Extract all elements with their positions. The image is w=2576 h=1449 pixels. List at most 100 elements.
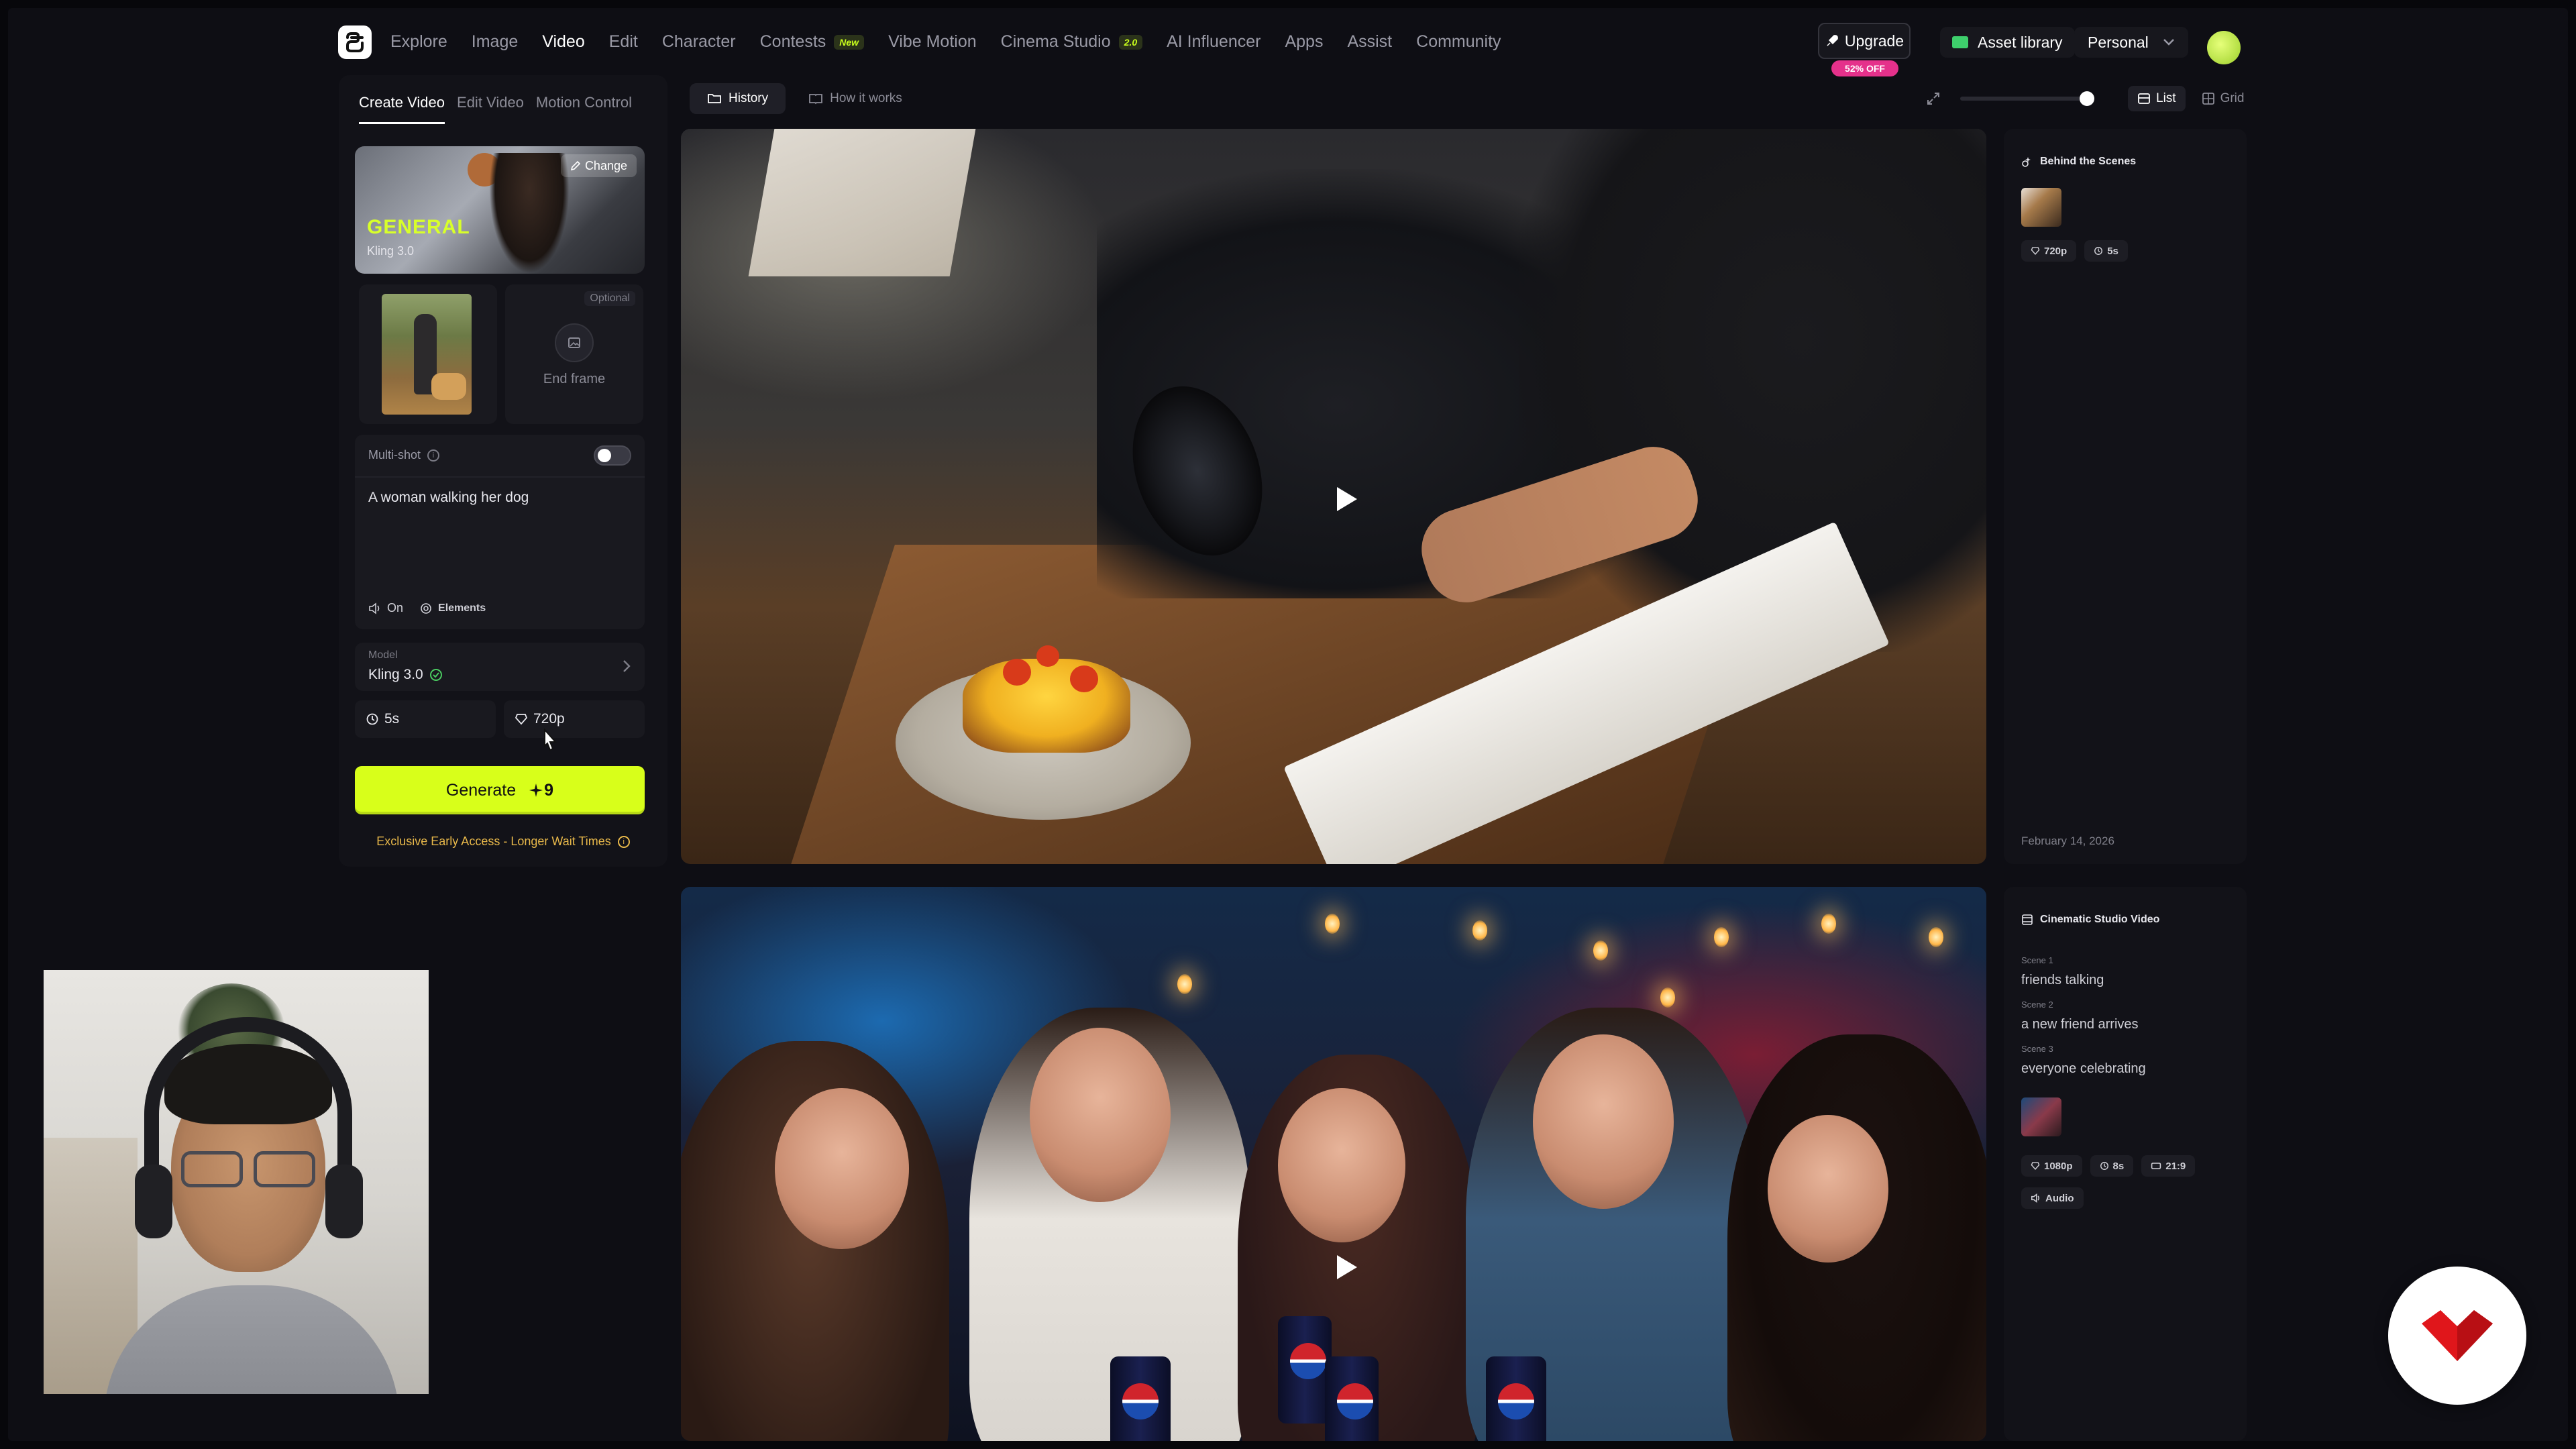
tab-create-video[interactable]: Create Video	[359, 94, 445, 124]
audio-toggle[interactable]: On	[368, 601, 403, 615]
rocket-icon	[1827, 35, 1838, 46]
card-info-cinematic-studio: Cinematic Studio Video Scene 1 friends t…	[2004, 887, 2247, 1441]
scene-3-label: Scene 3	[2021, 1044, 2053, 1054]
model-value: Kling 3.0	[368, 667, 443, 683]
aspect-ratio-icon	[2151, 1163, 2161, 1169]
video-cinematic-studio[interactable]	[681, 887, 1986, 1441]
nav-cinema-studio[interactable]: Cinema Studio 2.0	[1001, 32, 1143, 52]
tab-how-it-works[interactable]: How it works	[791, 83, 920, 114]
tab-edit-video[interactable]: Edit Video	[457, 94, 524, 124]
nav-community[interactable]: Community	[1416, 32, 1501, 52]
face	[775, 1088, 909, 1249]
nav-character[interactable]: Character	[662, 32, 736, 52]
generate-button[interactable]: Generate 9	[355, 766, 645, 814]
view-tabs: History How it works	[690, 83, 925, 114]
nav-contests[interactable]: Contests New	[760, 32, 865, 52]
card-thumbnail[interactable]	[2021, 1097, 2061, 1136]
nav-assist[interactable]: Assist	[1347, 32, 1392, 52]
preset-title: GENERAL	[367, 216, 470, 238]
change-preset-button[interactable]: Change	[560, 154, 637, 177]
brand-watermark	[2388, 1267, 2526, 1405]
grid-view-button[interactable]: Grid	[2192, 86, 2254, 111]
duration-chip: 5s	[2084, 240, 2128, 262]
headphone-cup	[325, 1165, 363, 1238]
end-frame-slot[interactable]: Optional End frame	[505, 284, 643, 424]
diamond-icon	[2031, 1162, 2040, 1170]
preset-card[interactable]: GENERAL Kling 3.0 Change	[355, 146, 645, 274]
nav-apps[interactable]: Apps	[1285, 32, 1323, 52]
info-icon[interactable]: i	[427, 449, 440, 462]
workspace-select[interactable]: Personal	[2074, 27, 2188, 58]
model-select[interactable]: Model Kling 3.0	[355, 643, 645, 691]
face	[1278, 1088, 1405, 1242]
webcam-person-body	[104, 1285, 399, 1394]
card-title: Behind the Scenes	[2021, 156, 2136, 168]
list-view-button[interactable]: List	[2128, 86, 2186, 111]
toggle-knob	[598, 449, 611, 462]
nav-edit[interactable]: Edit	[609, 32, 638, 52]
string-light	[1177, 974, 1192, 994]
expand-icon[interactable]	[1927, 92, 1940, 105]
play-icon[interactable]	[1330, 484, 1357, 511]
divider	[355, 476, 645, 478]
early-access-note: Exclusive Early Access - Longer Wait Tim…	[339, 835, 667, 849]
multishot-label: Multi-shot i	[368, 448, 440, 462]
string-light	[1325, 914, 1340, 934]
info-icon[interactable]: i	[617, 835, 630, 848]
asset-library-button[interactable]: Asset library	[1940, 27, 2075, 58]
clock-icon	[366, 713, 378, 725]
video-behind-the-scenes[interactable]	[681, 129, 1986, 864]
chevron-right-icon	[623, 660, 631, 672]
zoom-slider[interactable]	[1960, 91, 2094, 106]
tomato	[1003, 659, 1031, 686]
glasses	[181, 1151, 315, 1189]
chevron-down-icon	[2163, 39, 2174, 46]
resolution-select[interactable]: 720p	[504, 700, 645, 738]
card-info-behind-the-scenes: Behind the Scenes 720p 5s February 14, 2…	[2004, 129, 2247, 864]
duration-select[interactable]: 5s	[355, 700, 496, 738]
app-logo[interactable]	[338, 25, 372, 59]
scene-2-text: a new friend arrives	[2021, 1017, 2139, 1032]
nav-video[interactable]: Video	[542, 32, 585, 52]
nav-vibe-motion[interactable]: Vibe Motion	[888, 32, 977, 52]
soda-can	[1278, 1316, 1332, 1424]
optional-tag: Optional	[584, 291, 635, 306]
speaker-icon	[369, 602, 380, 614]
zoom-slider-handle[interactable]	[2080, 91, 2094, 106]
scene-1-label: Scene 1	[2021, 955, 2053, 965]
nav-ai-influencer[interactable]: AI Influencer	[1167, 32, 1260, 52]
folder-outline-icon	[708, 94, 721, 103]
resolution-chip: 1080p	[2021, 1155, 2082, 1177]
diamond-icon	[515, 714, 528, 725]
nav-menu: Explore Image Video Edit Character Conte…	[390, 32, 1525, 52]
resolution-chip: 720p	[2021, 240, 2077, 262]
nav-explore[interactable]: Explore	[390, 32, 447, 52]
softbox-light	[748, 129, 976, 276]
can-logo	[1290, 1343, 1326, 1379]
string-light	[1714, 927, 1729, 947]
user-avatar[interactable]	[2207, 31, 2241, 64]
upgrade-button[interactable]: Upgrade	[1818, 23, 1911, 59]
soda-can	[1325, 1356, 1379, 1441]
sparkle-icon	[529, 784, 543, 797]
prompt-input[interactable]: A woman walking her dog	[368, 490, 529, 506]
start-frame-image	[382, 294, 472, 415]
preset-model: Kling 3.0	[367, 244, 415, 258]
tab-history[interactable]: History	[690, 83, 786, 114]
mode-tabs: Create Video Edit Video Motion Control	[359, 94, 644, 124]
version-badge: 2.0	[1118, 34, 1143, 50]
face	[1533, 1034, 1674, 1209]
clock-icon	[2100, 1162, 2108, 1170]
multishot-toggle[interactable]	[594, 445, 631, 466]
elements-button[interactable]: Elements	[419, 602, 486, 615]
play-icon[interactable]	[1330, 1252, 1357, 1279]
scene-2-label: Scene 2	[2021, 1000, 2053, 1010]
card-thumbnail[interactable]	[2021, 188, 2061, 227]
scene-3-text: everyone celebrating	[2021, 1061, 2146, 1076]
preset-thumbnail-figure	[489, 153, 570, 274]
end-frame-label: End frame	[543, 372, 606, 386]
start-frame-slot[interactable]	[359, 284, 497, 424]
verified-icon	[429, 669, 442, 681]
nav-image[interactable]: Image	[472, 32, 518, 52]
tab-motion-control[interactable]: Motion Control	[536, 94, 632, 124]
